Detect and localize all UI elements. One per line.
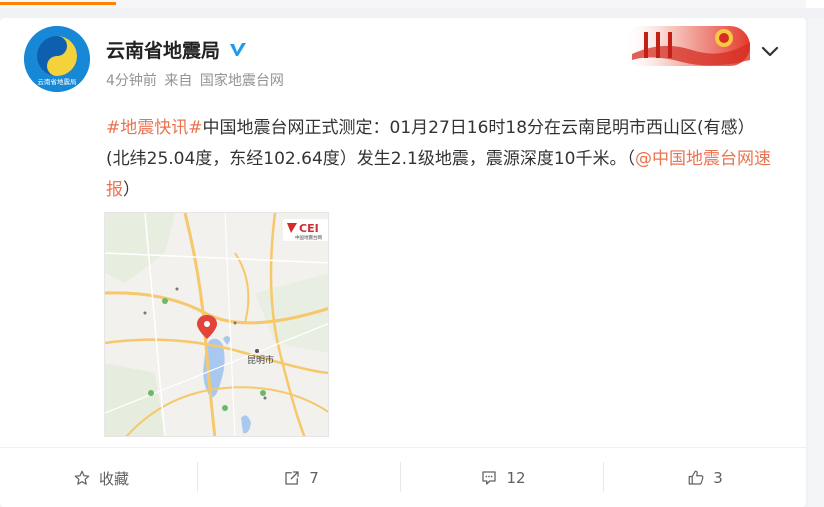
username-text[interactable]: 云南省地震局 [106, 36, 220, 63]
post-tail: ） [123, 180, 140, 200]
topic-tag[interactable]: #地震快讯# [106, 118, 203, 138]
map-image[interactable]: 昆明市 CEI 中国地震台网 [104, 212, 329, 437]
earthquake-bureau-logo-icon: 云南省地震局 [24, 26, 90, 92]
like-button[interactable]: 3 [604, 456, 806, 500]
verified-v-icon [230, 42, 247, 56]
post-source[interactable]: 国家地震台网 [200, 73, 284, 89]
favorite-button[interactable]: 收藏 [0, 456, 202, 500]
like-count: 3 [713, 469, 723, 487]
repost-button[interactable]: 7 [200, 456, 402, 500]
svg-text:CEI: CEI [299, 222, 319, 235]
chevron-down-icon[interactable] [758, 40, 782, 64]
active-tab-indicator [0, 2, 116, 5]
map-graphic: 昆明市 CEI 中国地震台网 [105, 213, 328, 436]
side-rail [808, 18, 824, 507]
comment-icon [482, 471, 497, 485]
username[interactable]: 云南省地震局 [106, 36, 248, 63]
svg-text:云南省地震局: 云南省地震局 [38, 77, 77, 86]
avatar[interactable]: 云南省地震局 [24, 26, 90, 92]
thumbs-up-icon [688, 470, 704, 485]
post-time[interactable]: 4分钟前 [106, 73, 157, 89]
comment-count: 12 [506, 469, 526, 487]
star-icon [74, 470, 90, 485]
svg-text:中国地震台网: 中国地震台网 [295, 234, 322, 241]
favorite-label: 收藏 [98, 469, 129, 488]
action-bar: 收藏 7 12 3 [0, 447, 806, 507]
top-right-box [806, 0, 824, 8]
divider [400, 462, 401, 492]
divider [197, 462, 198, 492]
svg-text:昆明市: 昆明市 [247, 354, 274, 366]
repost-count: 7 [309, 469, 319, 487]
festival-banner-icon [622, 26, 750, 66]
post-text: #地震快讯#中国地震台网正式测定：01月27日16时18分在云南昆明市西山区(有… [106, 113, 776, 206]
source-prefix: 来自 [164, 73, 193, 89]
post-meta: 4分钟前 来自 国家地震台网 [106, 70, 287, 90]
comment-button[interactable]: 12 [402, 456, 604, 500]
repost-share-icon [285, 471, 299, 485]
top-strip [0, 0, 824, 8]
